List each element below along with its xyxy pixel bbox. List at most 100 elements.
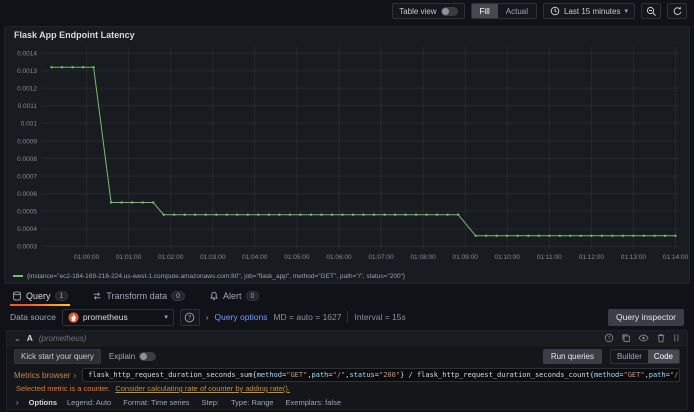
- actual-button[interactable]: Actual: [498, 4, 536, 18]
- svg-text:01:10:00: 01:10:00: [495, 254, 521, 261]
- datasource-help-button[interactable]: ?: [179, 308, 200, 326]
- eye-icon[interactable]: [638, 333, 649, 343]
- svg-text:01:03:00: 01:03:00: [200, 254, 226, 261]
- query-count-badge: 1: [54, 291, 69, 301]
- svg-text:01:12:00: 01:12:00: [579, 254, 605, 261]
- promql-token: status: [349, 371, 375, 379]
- warning-text: Selected metric is a counter.: [16, 384, 111, 393]
- collapse-chevron-icon[interactable]: ⌄: [14, 334, 21, 343]
- promql-token: "/": [332, 371, 346, 379]
- editor-tabs: Query 1 Transform data 0 Alert 0: [0, 284, 694, 306]
- run-queries-button[interactable]: Run queries: [542, 348, 602, 364]
- svg-text:01:08:00: 01:08:00: [410, 254, 436, 261]
- zoom-out-button[interactable]: [641, 3, 661, 19]
- chevron-down-icon: ▾: [624, 8, 628, 15]
- metrics-browser-label: Metrics browser: [14, 370, 71, 380]
- promql-token: "200": [379, 371, 401, 379]
- explain-group: Explain: [108, 351, 157, 361]
- tab-alert-label: Alert: [223, 291, 242, 301]
- svg-text:01:04:00: 01:04:00: [242, 254, 268, 261]
- query-option-item: Type: Range: [231, 397, 274, 407]
- query-option-item: Exemplars: false: [285, 397, 341, 407]
- svg-text:0.0013: 0.0013: [17, 68, 37, 75]
- transform-count-badge: 0: [171, 291, 186, 301]
- query-ref-id: A: [26, 333, 33, 343]
- query-row-header[interactable]: ⌄ A (prometheus) ?: [7, 331, 687, 346]
- metrics-browser-toggle[interactable]: Metrics browser ›: [14, 371, 76, 380]
- options-items: Legend: Auto Format: Time series Step: Type…: [67, 398, 341, 407]
- query-editor-card: ⌄ A (prometheus) ? Kick start your query…: [6, 330, 688, 410]
- legend-item[interactable]: {instance="ec2-184-169-216-224.us-west-1…: [5, 269, 689, 283]
- query-help-icon[interactable]: ?: [604, 333, 614, 343]
- query-options-toggle[interactable]: Query options: [215, 312, 268, 322]
- datasource-row: Data source prometheus ▾ ? › Query optio…: [0, 306, 694, 328]
- bell-icon: [210, 291, 218, 300]
- svg-text:01:06:00: 01:06:00: [326, 254, 352, 261]
- interval-value: Interval = 15s: [354, 312, 406, 322]
- table-view-toggle[interactable]: [440, 6, 458, 16]
- time-range-picker[interactable]: Last 15 minutes ▾: [543, 3, 635, 19]
- svg-text:01:11:00: 01:11:00: [537, 254, 562, 261]
- series-color-swatch: [13, 275, 23, 277]
- promql-token: "GET": [623, 371, 645, 379]
- svg-text:0.0012: 0.0012: [17, 86, 37, 93]
- promql-token: "/": [669, 371, 679, 379]
- promql-token: "GET": [286, 371, 308, 379]
- explain-label: Explain: [108, 351, 136, 361]
- code-button[interactable]: Code: [647, 349, 679, 363]
- time-range-label: Last 15 minutes: [564, 6, 621, 16]
- svg-text:?: ?: [188, 315, 192, 321]
- svg-text:0.001: 0.001: [21, 121, 38, 128]
- builder-code-segment: Builder Code: [609, 348, 680, 364]
- toggle-knob: [140, 352, 148, 360]
- query-options-summary-row: › Options Legend: Auto Format: Time serie…: [7, 395, 687, 409]
- fill-button[interactable]: Fill: [471, 4, 498, 18]
- copy-icon[interactable]: [621, 333, 631, 343]
- database-icon: [13, 291, 21, 301]
- query-row-actions: ?: [604, 333, 680, 343]
- promql-token: path: [648, 371, 666, 379]
- query-inspector-button[interactable]: Query inspector: [608, 308, 684, 326]
- tab-transform-label: Transform data: [106, 291, 168, 301]
- svg-text:?: ?: [608, 336, 611, 342]
- svg-text:01:01:00: 01:01:00: [116, 254, 142, 261]
- time-series-plot[interactable]: 0.0014 0.0013 0.0012 0.0011 0.001 0.0009 0.000…: [5, 43, 689, 269]
- toggle-knob: [441, 7, 449, 15]
- svg-text:0.0014: 0.0014: [17, 50, 37, 57]
- svg-text:0.0003: 0.0003: [17, 244, 37, 251]
- chevron-right-icon: ›: [205, 312, 209, 322]
- tab-transform-data[interactable]: Transform data 0: [90, 291, 187, 306]
- trash-icon[interactable]: [656, 333, 666, 343]
- svg-text:0.0008: 0.0008: [17, 156, 37, 163]
- tab-query-label: Query: [26, 291, 51, 301]
- tab-alert[interactable]: Alert 0: [207, 291, 261, 306]
- table-view-group: Table view: [392, 3, 465, 19]
- svg-text:0.0004: 0.0004: [17, 226, 37, 233]
- rate-hint-link[interactable]: Consider calculating rate of counter by …: [115, 384, 290, 393]
- query-option-item: Legend: Auto: [67, 397, 112, 407]
- panel-title: Flask App Endpoint Latency: [14, 30, 135, 40]
- query-code-row: Metrics browser › flask_http_request_dur…: [14, 368, 680, 382]
- table-view-label: Table view: [399, 6, 437, 16]
- kick-start-query-button[interactable]: Kick start your query: [14, 348, 101, 364]
- promql-expression-input[interactable]: flask_http_request_duration_seconds_sum{…: [82, 368, 680, 382]
- refresh-button[interactable]: [667, 3, 687, 19]
- divider: [347, 311, 349, 323]
- alert-count-badge: 0: [245, 291, 260, 301]
- explain-toggle[interactable]: [139, 351, 157, 361]
- promql-token: path: [311, 371, 329, 379]
- chart-svg[interactable]: 0.0014 0.0013 0.0012 0.0011 0.001 0.0009 0.000…: [5, 43, 691, 265]
- tab-query[interactable]: Query 1: [10, 291, 71, 306]
- promql-token: flask_http_request_duration_seconds_sum: [88, 371, 253, 379]
- datasource-name: prometheus: [82, 312, 128, 322]
- transform-icon: [93, 292, 101, 300]
- builder-button[interactable]: Builder: [611, 350, 648, 363]
- datasource-label: Data source: [10, 312, 56, 322]
- datasource-picker[interactable]: prometheus ▾: [61, 308, 174, 326]
- drag-handle[interactable]: [673, 333, 680, 343]
- options-toggle[interactable]: Options: [29, 398, 57, 407]
- svg-text:01:00:00: 01:00:00: [74, 254, 100, 261]
- refresh-icon: [673, 6, 681, 15]
- top-toolbar: Table view Fill Actual Last 15 minutes ▾: [0, 0, 694, 22]
- legend-series-label: {instance="ec2-184-169-216-224.us-west-1…: [27, 272, 406, 280]
